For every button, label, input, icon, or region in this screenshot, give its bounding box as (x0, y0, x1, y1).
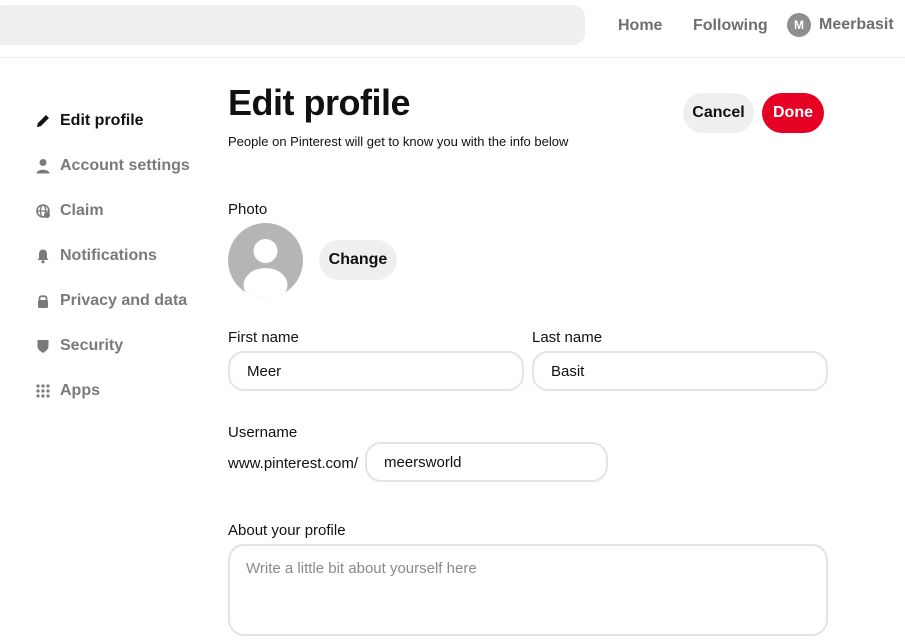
first-name-label: First name (228, 329, 299, 346)
sidebar-item-label: Privacy and data (60, 292, 188, 309)
sidebar-item-claim[interactable]: Claim (34, 200, 214, 222)
photo-label: Photo (228, 201, 268, 218)
lock-icon (34, 292, 52, 310)
user-avatar: M (787, 13, 811, 37)
sidebar-item-apps[interactable]: Apps (34, 380, 214, 402)
sidebar-item-edit-profile[interactable]: Edit profile (34, 110, 214, 132)
first-name-field[interactable]: Meer (228, 351, 524, 391)
sidebar-item-security[interactable]: Security (34, 335, 214, 357)
about-textarea[interactable]: Write a little bit about yourself here (228, 544, 828, 636)
search-bar[interactable] (0, 5, 585, 45)
globe-icon (34, 202, 52, 220)
done-button[interactable]: Done (762, 93, 824, 133)
sidebar-item-label: Account settings (60, 157, 190, 174)
shield-icon (34, 337, 52, 355)
nav-following-link[interactable]: Following (693, 17, 768, 35)
person-icon (34, 157, 52, 175)
sidebar-item-account-settings[interactable]: Account settings (34, 155, 214, 177)
page-subtitle: People on Pinterest will get to know you… (228, 134, 569, 149)
page-title: Edit profile (228, 82, 411, 123)
sidebar-item-label: Claim (60, 202, 104, 219)
sidebar-item-label: Edit profile (60, 112, 144, 129)
last-name-label: Last name (532, 329, 603, 346)
sidebar-item-label: Security (60, 337, 124, 354)
sidebar-item-label: Apps (60, 382, 100, 399)
user-menu[interactable]: M Meerbasit (787, 13, 894, 37)
username-label: Username (228, 424, 298, 441)
cancel-button[interactable]: Cancel (683, 93, 754, 133)
sidebar-item-label: Notifications (60, 247, 157, 264)
sidebar-item-privacy[interactable]: Privacy and data (34, 290, 214, 312)
settings-sidebar: Edit profile Account settings Claim Noti… (34, 110, 214, 425)
pencil-icon (34, 112, 52, 130)
username-url-prefix: www.pinterest.com/ (228, 455, 359, 472)
bell-icon (34, 247, 52, 265)
top-bar: Home Following M Meerbasit (0, 0, 905, 58)
username-field[interactable]: meersworld (365, 442, 608, 482)
nav-home-link[interactable]: Home (618, 17, 662, 35)
last-name-field[interactable]: Basit (532, 351, 828, 391)
sidebar-item-notifications[interactable]: Notifications (34, 245, 214, 267)
change-photo-button[interactable]: Change (319, 240, 397, 280)
user-name: Meerbasit (819, 16, 894, 33)
profile-photo (228, 223, 303, 298)
default-avatar-icon (243, 239, 288, 298)
about-label: About your profile (228, 522, 346, 539)
grid-icon (34, 382, 52, 400)
